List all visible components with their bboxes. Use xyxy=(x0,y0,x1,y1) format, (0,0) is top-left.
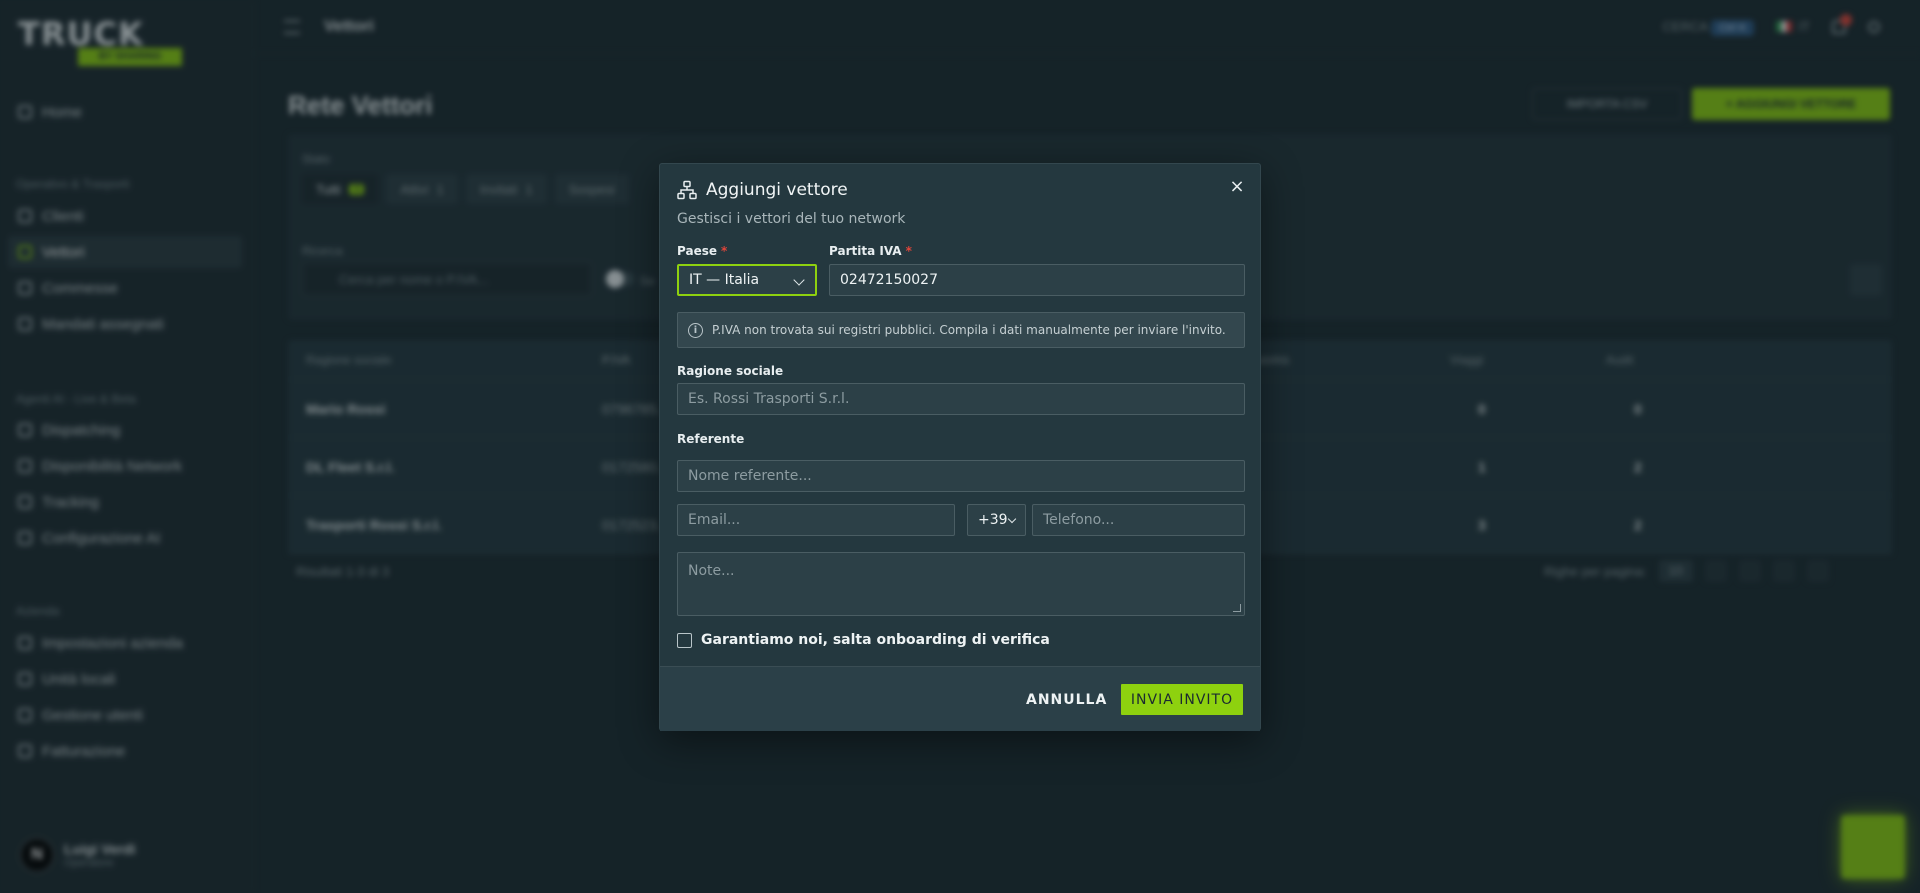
phone-prefix-select[interactable]: +39 xyxy=(967,504,1026,536)
modal-subtitle: Gestisci i vettori del tuo network xyxy=(677,211,906,227)
country-select[interactable]: IT — Italia xyxy=(677,264,817,296)
chevron-down-icon xyxy=(1007,514,1017,524)
modal-footer: ANNULLA INVIA INVITO xyxy=(660,666,1260,731)
info-icon: i xyxy=(688,322,703,338)
modal-title: Aggiungi vettore xyxy=(706,180,848,200)
contact-name-input[interactable]: Nome referente... xyxy=(677,460,1245,492)
contact-section-label: Referente xyxy=(677,432,745,446)
phone-input[interactable]: Telefono... xyxy=(1032,504,1245,536)
chevron-down-icon xyxy=(793,274,805,286)
country-label: Paese * xyxy=(677,244,728,258)
network-icon xyxy=(677,180,697,200)
company-input[interactable]: Es. Rossi Trasporti S.r.l. xyxy=(677,383,1245,415)
resize-handle[interactable] xyxy=(1233,604,1241,612)
close-icon[interactable]: × xyxy=(1228,178,1246,196)
checkbox[interactable] xyxy=(677,632,692,648)
add-vettore-modal: Aggiungi vettore Gestisci i vettori del … xyxy=(659,163,1261,731)
vat-input[interactable]: 02472150027 xyxy=(829,264,1245,296)
email-input[interactable]: Email... xyxy=(677,504,955,536)
cancel-button[interactable]: ANNULLA xyxy=(1026,685,1107,715)
send-invite-button[interactable]: INVIA INVITO xyxy=(1121,684,1243,715)
vat-label: Partita IVA * xyxy=(829,244,912,258)
notes-textarea[interactable]: Note... xyxy=(677,552,1245,616)
company-label: Ragione sociale xyxy=(677,364,784,378)
skip-onboarding-checkbox[interactable]: Garantiamo noi, salta onboarding di veri… xyxy=(677,632,1050,648)
info-banner: i P.IVA non trovata sui registri pubblic… xyxy=(677,312,1245,348)
